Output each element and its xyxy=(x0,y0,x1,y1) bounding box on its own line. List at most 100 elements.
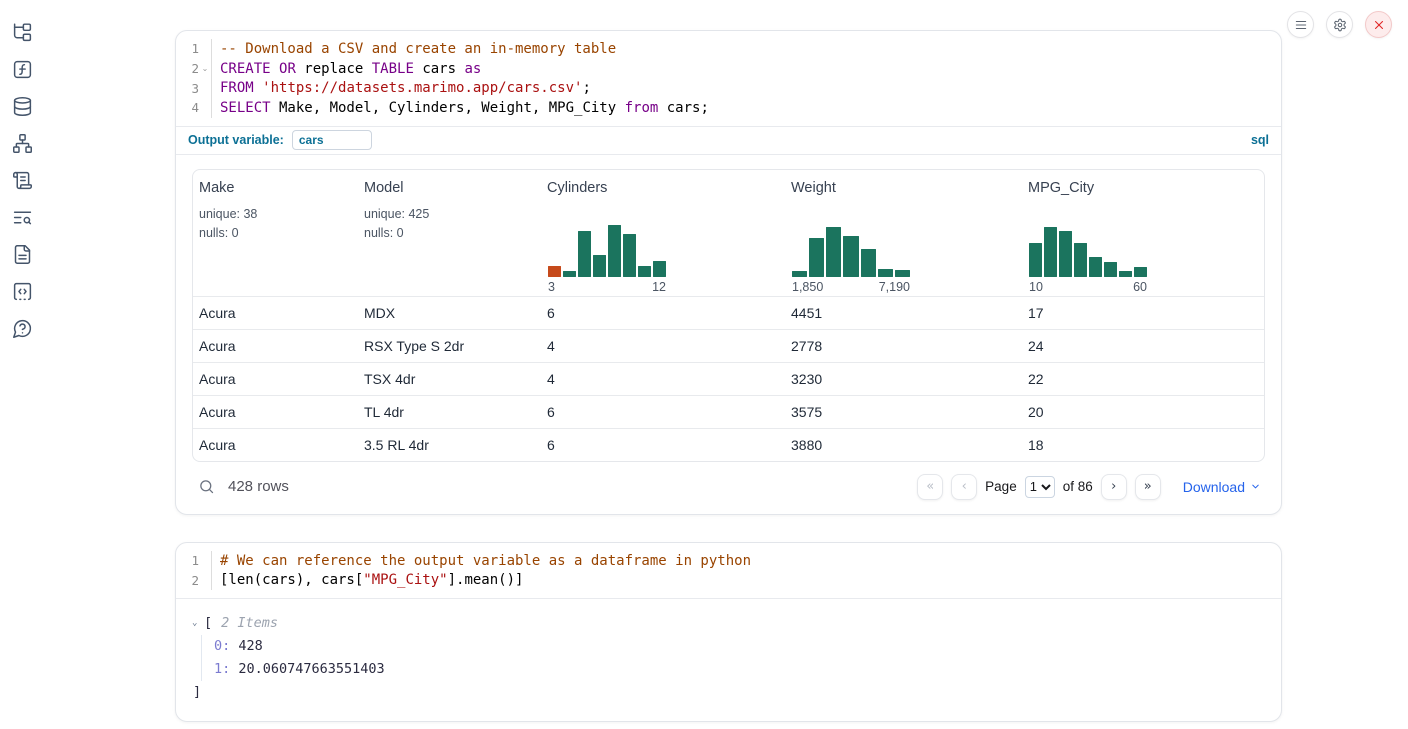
tree-entry: 1: 20.060747663551403 xyxy=(214,658,1265,681)
histogram-bar[interactable] xyxy=(1074,243,1087,277)
code-token: ; xyxy=(582,80,590,96)
text-search-icon[interactable] xyxy=(12,207,33,228)
last-page-button[interactable]: » xyxy=(1135,474,1161,500)
column-header-cylinders[interactable]: Cylinders312 xyxy=(541,180,785,296)
code-token: FROM xyxy=(220,80,254,96)
function-square-icon[interactable] xyxy=(12,59,33,80)
column-summary: 1,8507,190 xyxy=(791,205,1022,296)
column-title: Model xyxy=(364,180,541,196)
download-button[interactable]: Download xyxy=(1183,479,1261,495)
histogram-bar[interactable] xyxy=(809,238,824,277)
close-button[interactable] xyxy=(1365,11,1392,38)
line-number: 1 xyxy=(191,553,199,568)
code-token: CREATE xyxy=(220,61,271,77)
search-icon[interactable] xyxy=(198,478,215,495)
prev-page-button[interactable]: ‹ xyxy=(951,474,977,500)
help-chat-icon[interactable] xyxy=(12,318,33,339)
table-cell: 2778 xyxy=(785,338,1022,354)
output-variable-input[interactable] xyxy=(292,130,372,150)
histogram-bar[interactable] xyxy=(563,271,576,277)
histogram-bar[interactable] xyxy=(578,231,591,277)
column-summary: 1060 xyxy=(1028,205,1264,296)
column-summary: 3 12 xyxy=(547,205,785,296)
fold-chevron-icon[interactable]: ⌄ xyxy=(199,64,211,73)
histogram-bar[interactable] xyxy=(548,266,561,277)
code-token: TABLE xyxy=(372,61,414,77)
tree-open-bracket: [ xyxy=(204,613,212,633)
histogram-bar[interactable] xyxy=(1089,257,1102,277)
page-select[interactable]: 1 xyxy=(1025,476,1055,498)
code-line-text: [len(cars), cars["MPG_City"].mean()] xyxy=(212,572,523,588)
histogram-bar[interactable] xyxy=(1134,267,1147,277)
histogram-bars xyxy=(548,225,666,277)
chevron-down-icon xyxy=(1250,481,1261,492)
histogram-bar[interactable] xyxy=(653,261,666,277)
python-code-editor[interactable]: 1# We can reference the output variable … xyxy=(176,543,1281,598)
database-icon[interactable] xyxy=(12,96,33,117)
page-total-label: of 86 xyxy=(1063,479,1093,494)
histogram-bar[interactable] xyxy=(1119,271,1132,277)
code-token xyxy=(254,80,262,96)
table-cell: TL 4dr xyxy=(358,404,541,420)
table-cell: 4 xyxy=(541,338,785,354)
table-cell: 18 xyxy=(1022,437,1264,453)
settings-button[interactable] xyxy=(1326,11,1353,38)
histogram-bar[interactable] xyxy=(1044,227,1057,277)
histogram-bar[interactable] xyxy=(895,270,910,277)
histogram-bar[interactable] xyxy=(843,236,858,277)
histogram-bar[interactable] xyxy=(638,266,651,277)
table-header: Makeunique: 38nulls: 0 Model unique: 425nu… xyxy=(193,170,1264,296)
file-text-icon[interactable] xyxy=(12,244,33,265)
column-summary: unique: 38nulls: 0 xyxy=(199,205,358,296)
table-cell: TSX 4dr xyxy=(358,371,541,387)
column-summary: unique: 425nulls: 0 xyxy=(364,205,541,296)
column-header-make[interactable]: Makeunique: 38nulls: 0 xyxy=(193,180,358,296)
column-header-mpg_city[interactable]: MPG_City1060 xyxy=(1022,180,1264,296)
menu-button[interactable] xyxy=(1287,11,1314,38)
scroll-text-icon[interactable] xyxy=(12,170,33,191)
code-token: OR xyxy=(279,61,296,77)
sidebar xyxy=(0,0,44,729)
histogram-bar[interactable] xyxy=(623,234,636,277)
table-cell: MDX xyxy=(358,305,541,321)
table-row: AcuraTSX 4dr4323022 xyxy=(193,362,1264,395)
language-badge: sql xyxy=(1251,133,1269,147)
histogram-min-label: 3 xyxy=(548,280,555,294)
python-output-tree: ⌄ [ 2 Items 0: 4281: 20.060747663551403 … xyxy=(176,598,1281,721)
first-page-button[interactable]: « xyxy=(917,474,943,500)
download-label: Download xyxy=(1183,479,1245,495)
file-tree-icon[interactable] xyxy=(12,22,33,43)
histogram-bar[interactable] xyxy=(1029,243,1042,277)
code-token: "MPG_City" xyxy=(363,572,447,588)
table-cell: 4451 xyxy=(785,305,1022,321)
gear-icon xyxy=(1333,18,1347,32)
line-number: 2 xyxy=(191,61,199,76)
histogram-bar[interactable] xyxy=(878,269,893,277)
table-cell: 3575 xyxy=(785,404,1022,420)
sql-code-editor[interactable]: 1-- Download a CSV and create an in-memo… xyxy=(176,31,1281,126)
code-token: SELECT xyxy=(220,100,271,116)
histogram-max-label: 12 xyxy=(652,280,666,294)
snippets-code-icon[interactable] xyxy=(12,281,33,302)
histogram-bar[interactable] xyxy=(792,271,807,277)
close-icon xyxy=(1372,18,1386,32)
next-page-button[interactable]: › xyxy=(1101,474,1127,500)
histogram-bar[interactable] xyxy=(1104,262,1117,277)
tree-collapse-chevron-icon[interactable]: ⌄ xyxy=(192,613,204,633)
histogram-bar[interactable] xyxy=(1059,231,1072,277)
line-gutter: 1 xyxy=(176,551,212,571)
network-icon[interactable] xyxy=(12,133,33,154)
stat-line: unique: 425 xyxy=(364,205,541,224)
histogram-bar[interactable] xyxy=(608,225,621,277)
tree-entry-key: 1: xyxy=(214,661,238,677)
column-header-model[interactable]: Model unique: 425nulls: 0 xyxy=(358,180,541,296)
histogram-bar[interactable] xyxy=(861,249,876,277)
histogram-bar[interactable] xyxy=(826,227,841,277)
column-header-weight[interactable]: Weight1,8507,190 xyxy=(785,180,1022,296)
column-histogram: 3 12 xyxy=(548,225,666,294)
line-gutter: 4 xyxy=(176,98,212,118)
histogram-bar[interactable] xyxy=(593,255,606,277)
code-line-text: FROM 'https://datasets.marimo.app/cars.c… xyxy=(212,80,591,96)
output-variable-label: Output variable: xyxy=(188,133,284,147)
sql-cell: 1-- Download a CSV and create an in-memo… xyxy=(175,30,1282,515)
